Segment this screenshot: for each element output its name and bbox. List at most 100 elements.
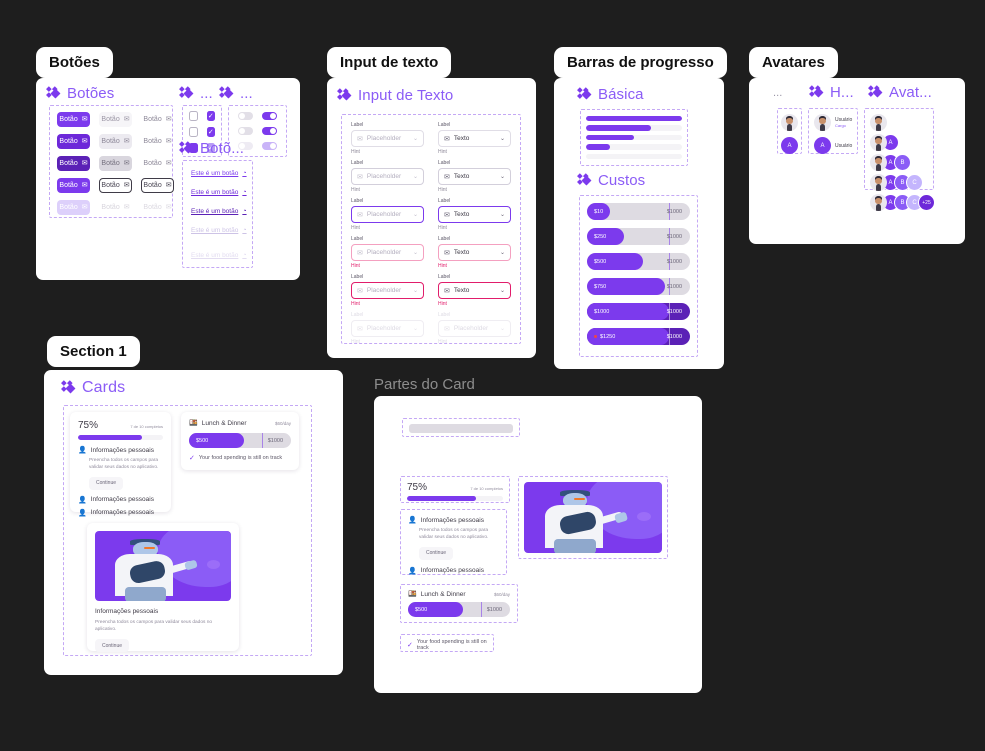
- skeleton-group: [402, 418, 520, 437]
- toggle-on-hover[interactable]: [262, 127, 277, 135]
- continue-button[interactable]: Continue: [419, 546, 454, 560]
- progress-bar-0: [586, 153, 682, 160]
- field-error: Label ✉ Placeholder ⌄ Hint: [351, 236, 424, 269]
- button-primary-pressed[interactable]: Botão ✉: [57, 156, 90, 171]
- avatar-stack-group: A A B A B C A B C +25: [864, 108, 935, 211]
- button-soft-pressed[interactable]: Botão ✉: [99, 156, 132, 171]
- frame-tab-section1[interactable]: Section 1: [47, 336, 140, 367]
- toggle-on-disabled: [262, 142, 277, 150]
- avatar-user-row[interactable]: Usuário Cargo: [814, 114, 852, 131]
- button-soft-hover[interactable]: Botão ✉: [99, 134, 132, 149]
- toggle-on[interactable]: [262, 112, 277, 120]
- input-error[interactable]: ✉ Placeholder ⌄: [351, 244, 424, 261]
- avatar-initial[interactable]: A: [781, 137, 798, 154]
- list-item[interactable]: 👤 Informações pessoais: [408, 567, 499, 575]
- figma-diamond-icon: [580, 89, 592, 101]
- image-card-continue-button[interactable]: Continue: [95, 639, 130, 653]
- button-ghost-pressed[interactable]: Botão ✉: [141, 156, 174, 171]
- checkbox-unchecked[interactable]: [189, 111, 198, 121]
- card-item[interactable]: 👤 Informações pessoais: [78, 509, 163, 517]
- link-button-muted[interactable]: Este é um botão ◔: [191, 227, 247, 234]
- toggle-row: [238, 127, 277, 135]
- card-lunch-budget[interactable]: 🍱 Lunch & Dinner $60/day $500 $1000 ✓ Yo…: [181, 412, 299, 470]
- avatar-stack-1[interactable]: [870, 114, 928, 131]
- chevron-down-icon: ⌄: [499, 136, 505, 142]
- avatar-photo[interactable]: [781, 114, 798, 131]
- frame-tab-text-input[interactable]: Input de texto: [327, 47, 452, 78]
- input-filled-error[interactable]: ✉ Texto ⌄: [438, 244, 511, 261]
- link-button-hover[interactable]: Este é um botão ◔: [191, 189, 247, 196]
- mail-icon: ✉: [357, 287, 363, 295]
- button-ghost-default[interactable]: Botão ✉: [141, 112, 174, 127]
- card-with-image[interactable]: Informações pessoais Preencha todos os c…: [87, 523, 239, 653]
- input-row: Label ✉ Placeholder ⌄ Hint Label ✉ Texto…: [351, 274, 511, 307]
- field-disabled: Label ✉ Placeholder ⌄ Hint: [351, 312, 424, 345]
- checkbox-checked[interactable]: ✓: [206, 111, 215, 121]
- frame-tab-card-parts[interactable]: Partes do Card: [374, 376, 475, 393]
- avatar-stack-2[interactable]: A: [870, 134, 928, 151]
- input-filled-hover[interactable]: ✉ Texto ⌄: [438, 168, 511, 185]
- panel-progress: Básica Custos $10 $1000 $250 $1000 $500 …: [554, 78, 724, 369]
- button-primary-hover[interactable]: Botão ✉: [57, 134, 90, 149]
- chevron-down-icon: ⌄: [499, 174, 505, 180]
- button-ghost-disabled: Botão ✉: [141, 200, 174, 215]
- toggle-off-hover[interactable]: [238, 127, 253, 135]
- figma-diamond-icon: [49, 88, 61, 100]
- button-primary-focus[interactable]: Botão ✉: [57, 178, 90, 193]
- checkbox-checked-hover[interactable]: ✓: [206, 127, 215, 137]
- list-item-active[interactable]: 👤 Informações pessoais: [408, 516, 499, 525]
- button-primary-disabled: Botão ✉: [57, 200, 90, 215]
- avatar-stack-4[interactable]: A B C: [870, 174, 928, 191]
- frame-tab-buttons[interactable]: Botões: [36, 47, 113, 78]
- mail-icon: ✉: [357, 325, 363, 333]
- progress-percent: 75%: [407, 482, 428, 493]
- avatar-user-row[interactable]: A Usuário: [814, 137, 852, 154]
- avatar-stack-3[interactable]: A B: [870, 154, 928, 171]
- avatar-photo: [870, 134, 887, 151]
- cost-bar-row: $500 $1000: [587, 253, 690, 270]
- mail-icon: ✉: [444, 249, 450, 257]
- heading-text-input: Input de Texto: [340, 87, 453, 104]
- frame-tab-avatars[interactable]: Avatares: [749, 47, 838, 78]
- button-ghost-hover[interactable]: Botão ✉: [141, 134, 174, 149]
- input-filled[interactable]: ✉ Texto ⌄: [438, 130, 511, 147]
- avatar-initial: A: [814, 137, 831, 154]
- card-item-active[interactable]: 👤 Informações pessoais: [78, 446, 163, 455]
- progress-meta: 7 de 10 completos: [130, 424, 163, 429]
- heading-cards: Cards: [64, 379, 125, 397]
- panel-text-input: Input de Texto Label ✉ Placeholder ⌄ Hin…: [327, 78, 536, 358]
- figma-diamond-icon: [580, 175, 592, 187]
- lunch-card-header: 🍱 Lunch & Dinner $60/day: [189, 419, 291, 428]
- avatar-stack-5[interactable]: A B C +25: [870, 194, 935, 211]
- input-filled-focus[interactable]: ✉ Texto ⌄: [438, 206, 511, 223]
- mail-icon: ✉: [357, 135, 363, 143]
- continue-button[interactable]: Continue: [89, 476, 124, 490]
- progress-part-group: 75% 7 de 10 completos: [400, 476, 510, 503]
- input-error-strong[interactable]: ✉ Placeholder ⌄: [351, 282, 424, 299]
- frame-tab-progress[interactable]: Barras de progresso: [554, 47, 727, 78]
- avatar-photo: [814, 114, 831, 131]
- input-focus[interactable]: ✉ Placeholder ⌄: [351, 206, 424, 223]
- link-button-pressed[interactable]: Este é um botão ◔: [191, 208, 247, 215]
- heading-avatar-basic: ...: [773, 87, 783, 99]
- button-primary-default[interactable]: Botão ✉: [57, 112, 90, 127]
- avatar-user-role: Cargo: [835, 123, 846, 128]
- mail-icon: ✉: [444, 287, 450, 295]
- lunch-note: ✓ Your food spending is still on track: [189, 455, 283, 462]
- progress-bar-100: [586, 116, 682, 122]
- card-checklist[interactable]: 75% 7 de 10 completos 👤 Informações pess…: [70, 412, 171, 517]
- input-hover[interactable]: ✉ Placeholder ⌄: [351, 168, 424, 185]
- button-soft-default[interactable]: Botão ✉: [99, 112, 132, 127]
- button-outlined-focus[interactable]: Botão ✉: [99, 178, 132, 193]
- input-filled-error-strong[interactable]: ✉ Texto ⌄: [438, 282, 511, 299]
- heading-links: Botõ...: [182, 140, 244, 157]
- design-system-board: Botões Botões ... ... Botõ... Botão ✉ Bot…: [0, 0, 985, 751]
- clock-icon: ◔: [242, 252, 247, 259]
- input-default[interactable]: ✉ Placeholder ⌄: [351, 130, 424, 147]
- checkbox-unchecked-hover[interactable]: [189, 127, 198, 137]
- link-button-default[interactable]: Este é um botão ◔: [191, 170, 247, 177]
- input-row: Label ✉ Placeholder ⌄ Hint Label ✉ Place…: [351, 312, 511, 345]
- button-outlined-ghost-focus[interactable]: Botão ✉: [141, 178, 174, 193]
- card-item[interactable]: 👤 Informações pessoais: [78, 496, 163, 504]
- toggle-off[interactable]: [238, 112, 253, 120]
